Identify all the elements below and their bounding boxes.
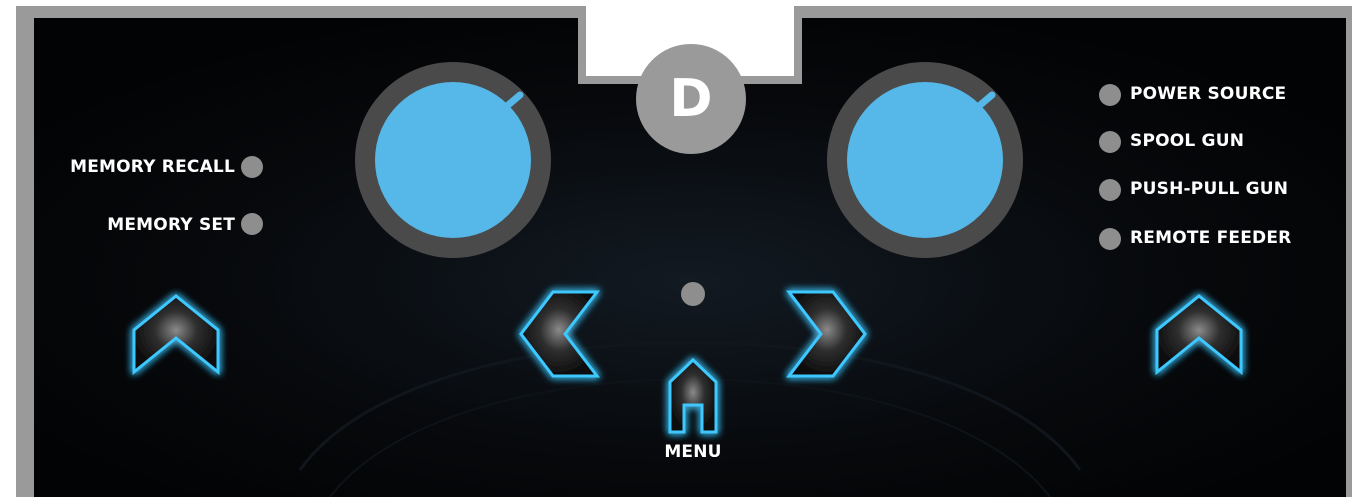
right-knob[interactable] xyxy=(827,62,1023,258)
memory-recall-label: MEMORY RECALL xyxy=(70,157,235,177)
center-led xyxy=(681,282,705,306)
menu-button[interactable] xyxy=(664,354,722,438)
right-up-button[interactable] xyxy=(1151,290,1247,378)
spool-gun-label: SPOOL GUN xyxy=(1130,131,1245,151)
memory-recall-led[interactable] xyxy=(241,156,263,178)
memory-set-led[interactable] xyxy=(241,213,263,235)
power-source-led[interactable] xyxy=(1099,84,1121,106)
menu-label: MENU xyxy=(664,442,722,462)
power-source-label: POWER SOURCE xyxy=(1130,84,1287,104)
memory-set-label: MEMORY SET xyxy=(107,215,235,235)
push-pull-gun-label: PUSH-PULL GUN xyxy=(1130,179,1289,199)
right-arrow-button[interactable] xyxy=(783,286,871,382)
left-up-button[interactable] xyxy=(128,290,224,378)
control-panel: D MEMORY RECALL MEMORY SET POWER SOURCE … xyxy=(0,0,1366,497)
left-arrow-button[interactable] xyxy=(515,286,603,382)
mode-badge: D xyxy=(636,44,746,154)
left-knob[interactable] xyxy=(355,62,551,258)
push-pull-gun-led[interactable] xyxy=(1099,179,1121,201)
remote-feeder-led[interactable] xyxy=(1099,228,1121,250)
remote-feeder-label: REMOTE FEEDER xyxy=(1130,228,1292,248)
spool-gun-led[interactable] xyxy=(1099,131,1121,153)
